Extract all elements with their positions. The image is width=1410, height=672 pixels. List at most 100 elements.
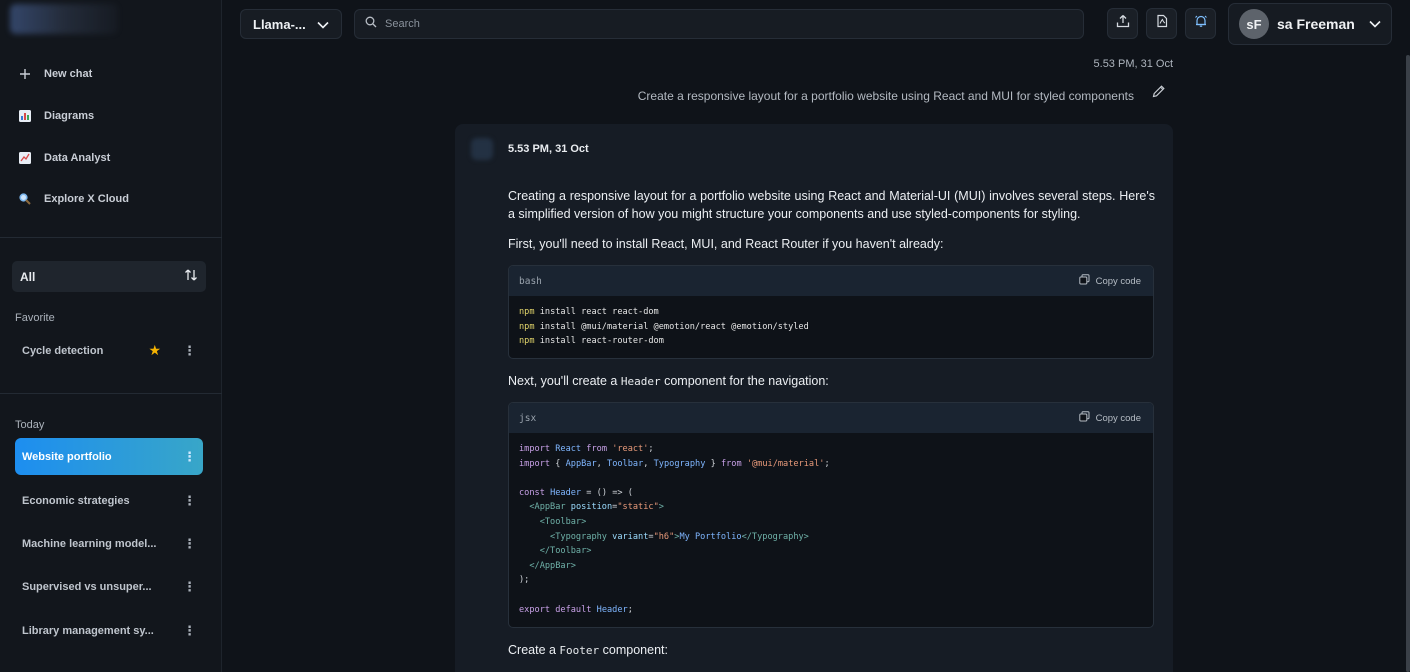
code-block-bash: bash Copy code npm install react react-d… <box>508 265 1154 359</box>
document-icon <box>1155 14 1169 33</box>
code-content: import React from 'react'; import { AppB… <box>509 433 1153 626</box>
code-line: npm install react react-dom <box>519 307 659 317</box>
copy-icon <box>1078 411 1090 425</box>
assistant-step3-text: Create a Footer component: <box>508 641 1155 660</box>
user-name: sa Freeman <box>1277 16 1355 32</box>
more-options-icon[interactable]: ⋮ <box>183 537 196 550</box>
chat-item-library-management[interactable]: Library management sy... ⋮ <box>15 612 203 649</box>
search-bar <box>354 9 1084 39</box>
code-line: <Toolbar> <box>539 516 587 527</box>
more-options-icon[interactable]: ⋮ <box>183 580 196 593</box>
user-message: Create a responsive layout for a portfol… <box>637 89 1134 103</box>
chat-item-label: Supervised vs unsuper... <box>22 580 152 593</box>
today-section-label: Today <box>15 419 45 431</box>
notifications-button[interactable] <box>1185 8 1216 39</box>
copy-code-button[interactable]: Copy code <box>1078 274 1141 288</box>
copy-code-button[interactable]: Copy code <box>1078 411 1141 425</box>
assistant-intro-text: Creating a responsive layout for a portf… <box>508 189 1155 221</box>
chat-item-website-portfolio[interactable]: Website portfolio ⋮ <box>15 438 203 475</box>
nav-item-explore-x-cloud[interactable]: Explore X Cloud <box>18 189 129 209</box>
nav-item-label: Diagrams <box>44 110 95 122</box>
plus-icon <box>18 67 32 81</box>
avatar: sF <box>1239 9 1269 39</box>
code-block-header: bash Copy code <box>509 266 1153 296</box>
code-line: import React from 'react'; <box>519 444 654 454</box>
copy-icon <box>1078 274 1090 288</box>
star-icon[interactable]: ★ <box>148 342 161 359</box>
text-fragment: component for the navigation: <box>660 374 829 388</box>
line-chart-icon <box>18 151 32 165</box>
more-options-icon[interactable]: ⋮ <box>183 450 196 463</box>
favorite-section-label: Favorite <box>15 312 55 324</box>
code-line: export default Header; <box>519 604 633 615</box>
code-line: const Header = () => ( <box>519 487 633 498</box>
code-line: <Typography variant="h6">My Portfolio</T… <box>550 531 809 542</box>
code-block-header: jsx Copy code <box>509 403 1153 433</box>
assistant-message-card: 5.53 PM, 31 Oct Creating a responsive la… <box>455 124 1173 672</box>
chat-item-supervised[interactable]: Supervised vs unsuper... ⋮ <box>15 568 203 605</box>
text-fragment: component: <box>599 643 668 657</box>
search-icon <box>365 15 377 33</box>
code-line: </AppBar> <box>529 560 576 571</box>
assistant-avatar <box>471 138 493 160</box>
scrollbar-thumb[interactable] <box>1406 55 1410 672</box>
chat-item-label: Cycle detection <box>22 344 104 357</box>
export-pdf-button[interactable] <box>1146 8 1177 39</box>
scrollbar[interactable] <box>1404 55 1410 672</box>
sort-icon[interactable] <box>184 268 198 285</box>
chat-item-label: Economic strategies <box>22 494 130 507</box>
code-language-label: bash <box>519 275 542 287</box>
new-chat-button[interactable]: New chat <box>18 64 92 84</box>
chat-item-label: Machine learning model... <box>22 537 157 550</box>
nav-item-data-analyst[interactable]: Data Analyst <box>18 148 110 168</box>
code-line: <AppBar position="static"> <box>529 502 664 513</box>
assistant-step2-text: Next, you'll create a Header component f… <box>508 372 1155 391</box>
model-name: Llama-... <box>253 16 306 32</box>
assistant-message-timestamp: 5.53 PM, 31 Oct <box>508 143 589 155</box>
filter-label: All <box>20 269 36 284</box>
nav-item-label: Data Analyst <box>44 152 111 164</box>
text-fragment: Create a <box>508 643 560 657</box>
upload-icon <box>1116 14 1130 33</box>
chat-filter-select[interactable]: All <box>12 261 206 292</box>
code-line: npm install @mui/material @emotion/react… <box>519 321 809 332</box>
code-language-label: jsx <box>519 412 537 424</box>
search-input[interactable] <box>385 18 1065 30</box>
more-options-icon[interactable]: ⋮ <box>183 624 196 637</box>
copy-code-label: Copy code <box>1095 412 1141 424</box>
code-block-jsx: jsx Copy code import React from 'react';… <box>508 402 1154 628</box>
bell-icon <box>1194 14 1208 33</box>
user-message-timestamp: 5.53 PM, 31 Oct <box>1093 58 1173 70</box>
nav-item-label: Explore X Cloud <box>44 193 129 205</box>
chat-item-economic-strategies[interactable]: Economic strategies ⋮ <box>15 482 203 519</box>
bar-chart-icon <box>18 109 32 123</box>
code-line: npm install react-router-dom <box>519 336 664 347</box>
user-menu[interactable]: sF sa Freeman <box>1228 3 1392 45</box>
share-button[interactable] <box>1107 8 1138 39</box>
code-line: import { AppBar, Toolbar, Typography } f… <box>519 458 830 469</box>
chevron-down-icon <box>317 17 329 32</box>
text-fragment: Next, you'll create a <box>508 374 621 388</box>
sidebar-divider <box>0 237 222 238</box>
model-selector[interactable]: Llama-... <box>240 9 342 39</box>
chevron-down-icon <box>1369 15 1381 33</box>
code-line: </Toolbar> <box>539 546 592 557</box>
chat-item-label: Library management sy... <box>22 624 154 637</box>
new-chat-label: New chat <box>44 68 93 80</box>
chat-item-machine-learning[interactable]: Machine learning model... ⋮ <box>15 525 203 562</box>
code-line: ); <box>519 575 530 586</box>
inline-code: Footer <box>559 644 600 657</box>
code-content: npm install react react-dom npm install … <box>509 296 1153 358</box>
assistant-step1-text: First, you'll need to install React, MUI… <box>508 237 944 251</box>
chat-item-label: Website portfolio <box>22 450 112 463</box>
more-options-icon[interactable]: ⋮ <box>183 344 196 357</box>
app-logo[interactable] <box>10 4 118 34</box>
more-options-icon[interactable]: ⋮ <box>183 494 196 507</box>
copy-code-label: Copy code <box>1095 275 1141 287</box>
pencil-icon[interactable] <box>1151 84 1166 104</box>
favorite-item-cycle-detection[interactable]: Cycle detection ★ ⋮ <box>15 332 203 369</box>
nav-item-diagrams[interactable]: Diagrams <box>18 106 94 126</box>
inline-code: Header <box>620 375 661 388</box>
sidebar-divider <box>0 393 222 394</box>
sidebar: New chat Diagrams Data Analyst Explore X… <box>0 0 222 672</box>
